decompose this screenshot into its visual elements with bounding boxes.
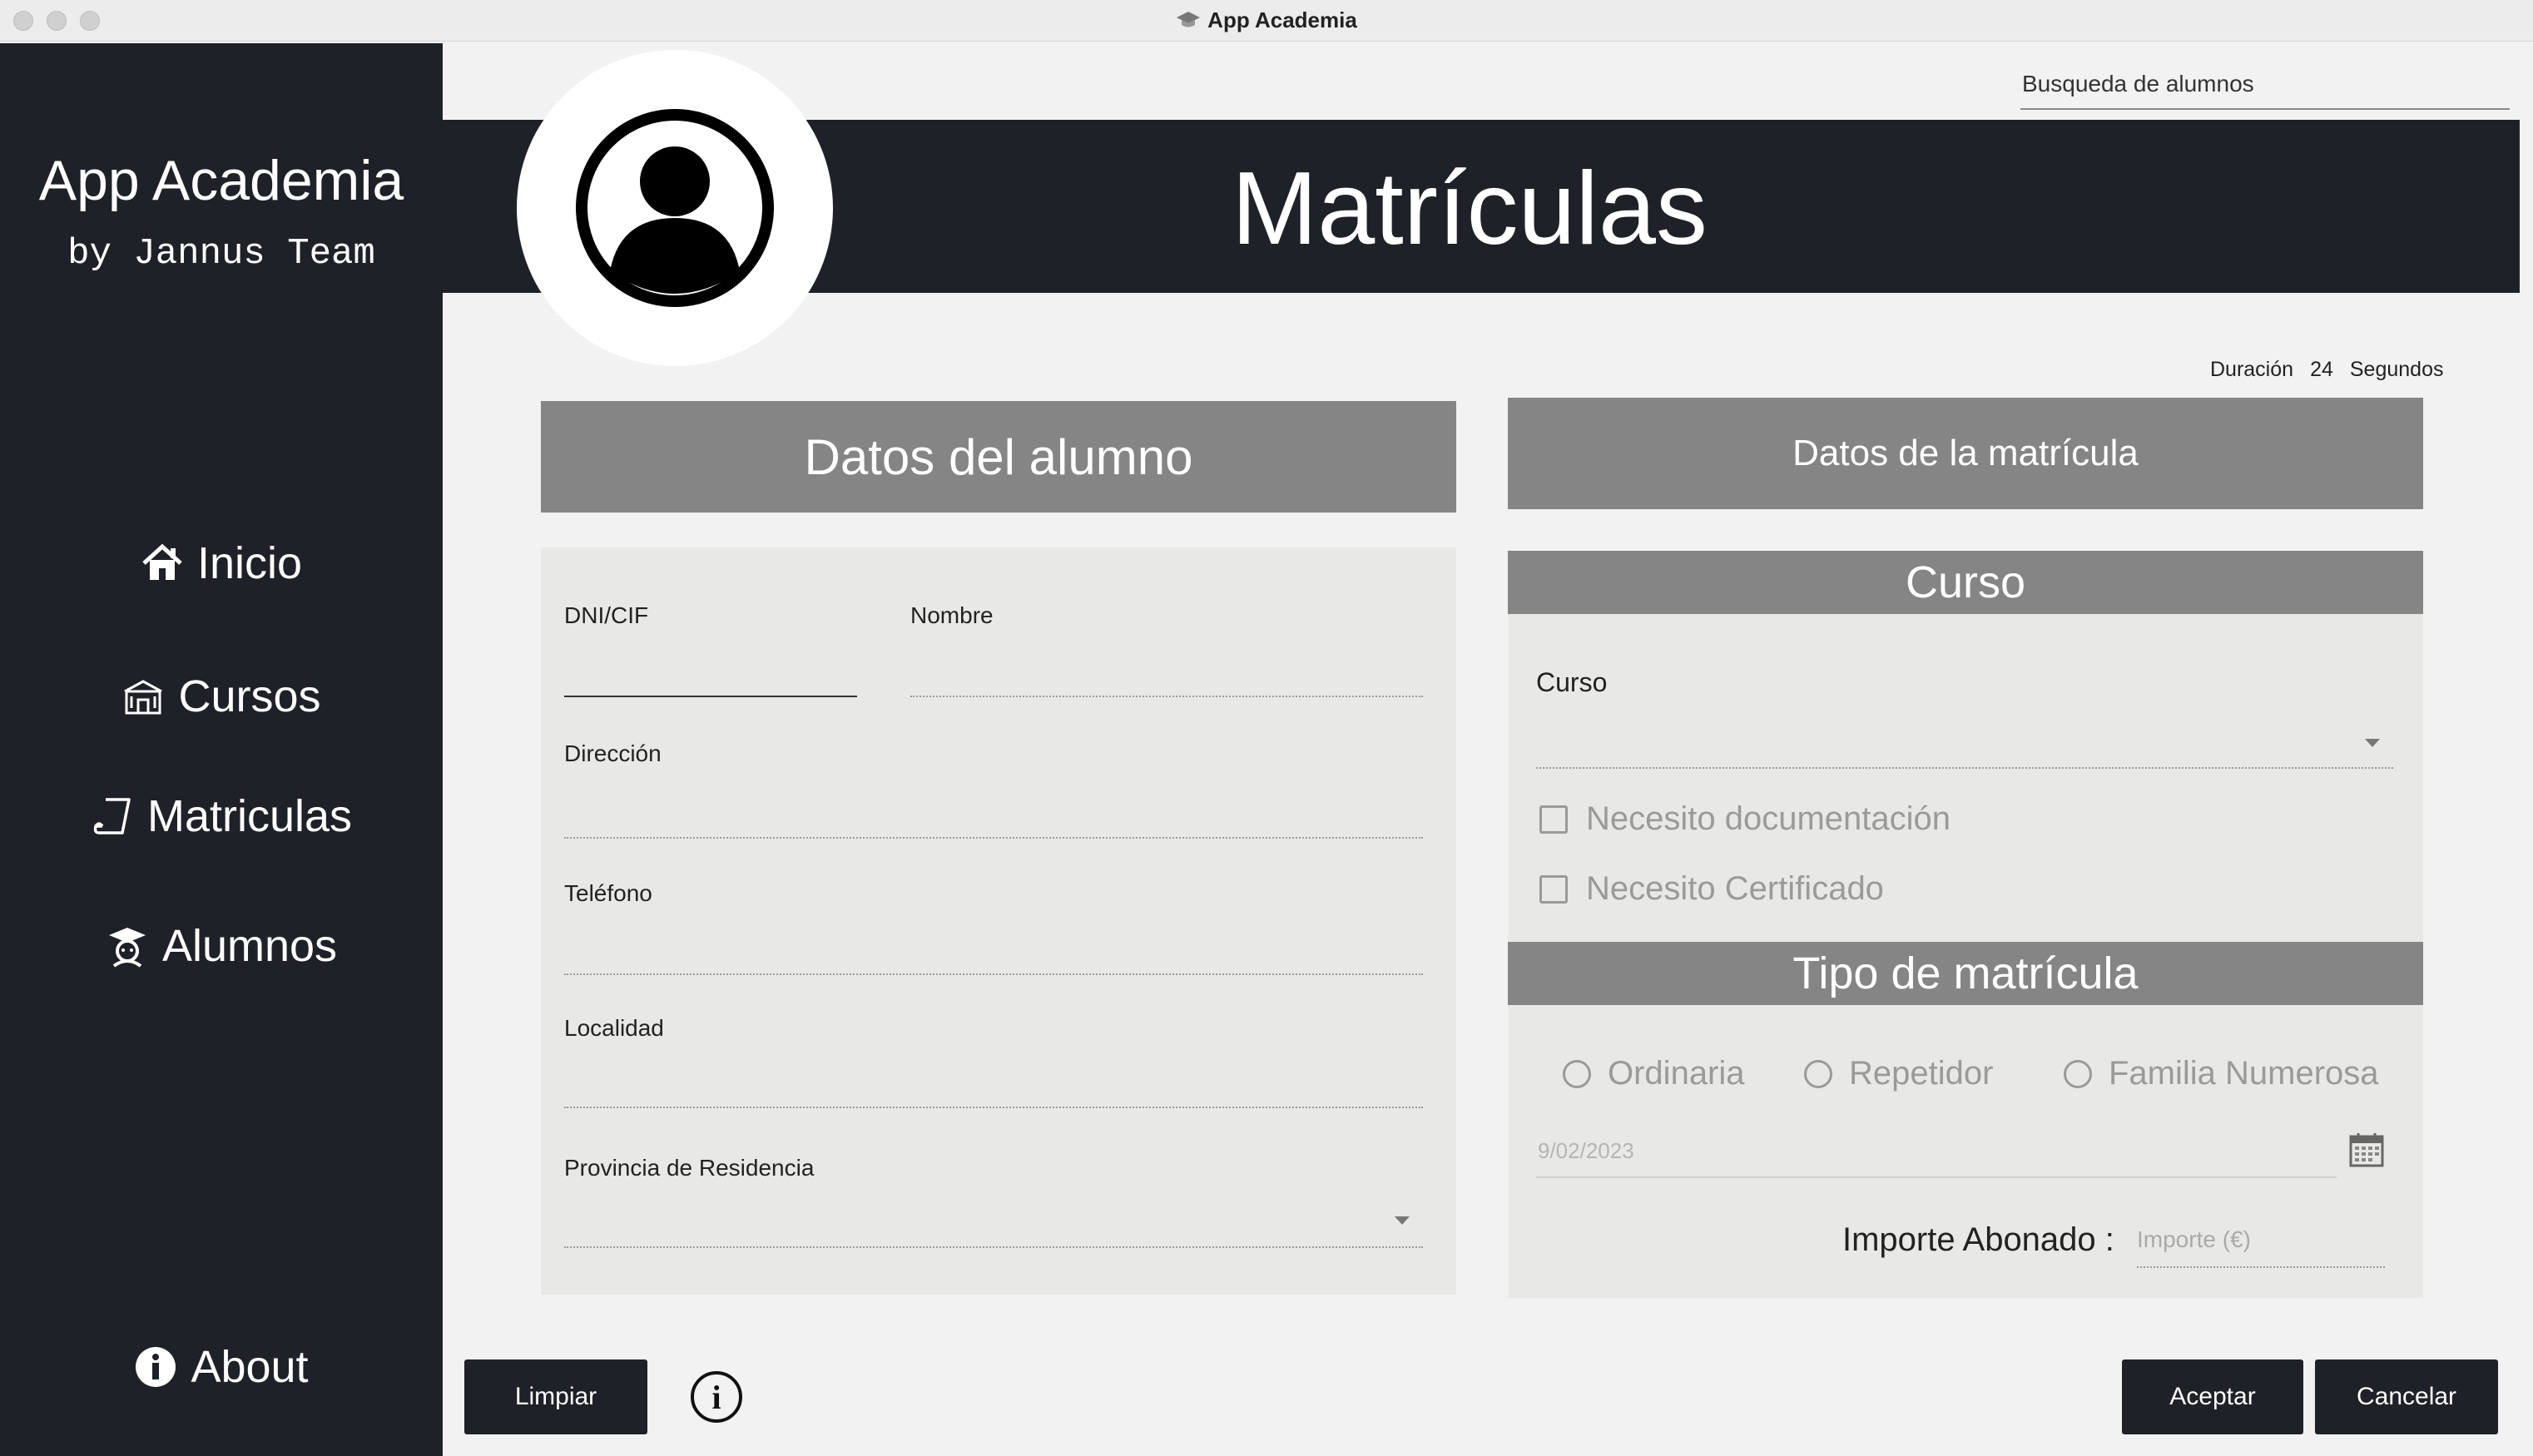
sidebar-item-about[interactable]: About [0, 1341, 443, 1393]
nombre-field[interactable] [910, 696, 1423, 697]
radio-repetidor[interactable]: Repetidor [1804, 1055, 1993, 1092]
student-panel-title: Datos del alumno [804, 428, 1193, 485]
app-window: App Academia App Academia by Jannus Team… [0, 0, 2533, 1456]
certificate-checkbox[interactable]: Necesito Certificado [1539, 870, 1884, 908]
page-title: Matrículas [1232, 151, 1708, 266]
sidebar-item-label: Matriculas [146, 791, 353, 841]
sidebar-item-label: Cursos [178, 671, 321, 721]
home-icon [142, 543, 182, 580]
provincia-select[interactable] [564, 1246, 1423, 1248]
student-panel-header: Datos del alumno [541, 401, 1456, 513]
curso-label: Curso [1536, 667, 1608, 697]
direccion-label: Dirección [564, 740, 662, 766]
radio-circle[interactable] [1563, 1059, 1591, 1088]
limpiar-button[interactable]: Limpiar [464, 1359, 647, 1434]
dni-field[interactable] [564, 696, 857, 697]
duration-value: 24 [2310, 358, 2333, 381]
radio-ordinaria[interactable]: Ordinaria [1563, 1055, 1745, 1092]
sidebar-item-matriculas[interactable]: Matriculas [0, 790, 443, 842]
duration-label: Duración [2210, 358, 2294, 381]
radio-circle[interactable] [2064, 1059, 2092, 1088]
title-bar: App Academia [0, 0, 2533, 42]
calendar-icon[interactable] [2348, 1132, 2385, 1168]
tipo-section-header: Tipo de matrícula [1508, 942, 2423, 1005]
radio-familia-label: Familia Numerosa [2109, 1055, 2379, 1092]
importe-input[interactable]: Importe (€) [2137, 1226, 2251, 1253]
radio-familia-numerosa[interactable]: Familia Numerosa [2064, 1055, 2379, 1092]
avatar[interactable] [517, 50, 833, 366]
chevron-down-icon[interactable] [1395, 1216, 1410, 1225]
curso-select[interactable] [1536, 767, 2393, 769]
brand-subtitle: by Jannus Team [67, 233, 375, 275]
dni-label: DNI/CIF [564, 602, 649, 628]
student-panel [541, 547, 1456, 1295]
enrollment-date-value[interactable]: 9/02/2023 [1538, 1138, 1634, 1164]
certificate-checkbox-label: Necesito Certificado [1586, 870, 1884, 907]
curso-section-title: Curso [1905, 557, 2026, 607]
sidebar-item-label: Inicio [196, 538, 303, 588]
sidebar-item-label: About [191, 1342, 309, 1392]
curso-section-header: Curso [1508, 551, 2423, 614]
radio-ordinaria-label: Ordinaria [1608, 1055, 1745, 1092]
window-title: App Academia [0, 7, 2533, 33]
sidebar-item-alumnos[interactable]: Alumnos [0, 920, 443, 972]
date-field-underline [1536, 1176, 2337, 1178]
sidebar-item-inicio[interactable]: Inicio [0, 537, 443, 589]
sidebar-item-label: Alumnos [161, 921, 338, 971]
cancelar-button[interactable]: Cancelar [2315, 1359, 2498, 1434]
chevron-down-icon[interactable] [2365, 739, 2380, 747]
enrollment-panel-title: Datos de la matrícula [1792, 433, 2139, 473]
importe-underline [2137, 1266, 2385, 1268]
tipo-section-title: Tipo de matrícula [1792, 948, 2139, 998]
documentation-checkbox[interactable]: Necesito documentación [1539, 800, 1951, 838]
window-title-text: App Academia [1207, 7, 1357, 32]
aceptar-button[interactable]: Aceptar [2122, 1359, 2303, 1434]
duration-indicator: Duración 24 Segundos [2210, 358, 2443, 382]
direccion-field[interactable] [564, 837, 1423, 839]
school-building-icon [124, 680, 163, 715]
sidebar-item-cursos[interactable]: Cursos [0, 671, 443, 722]
user-avatar-icon [576, 109, 774, 307]
nombre-label: Nombre [910, 602, 994, 628]
localidad-field[interactable] [564, 1107, 1423, 1108]
radio-repetidor-label: Repetidor [1849, 1055, 1994, 1092]
info-filled-icon [136, 1347, 176, 1387]
provincia-label: Provincia de Residencia [564, 1155, 815, 1181]
info-button[interactable]: i [691, 1371, 742, 1423]
telefono-field[interactable] [564, 973, 1423, 975]
sidebar: App Academia by Jannus Team Inicio Curso… [0, 43, 443, 1456]
brand-name: App Academia [38, 149, 404, 212]
checkbox-box[interactable] [1539, 805, 1568, 834]
duration-unit: Segundos [2349, 358, 2444, 381]
graduation-cap-icon [1177, 12, 1201, 27]
student-search-input[interactable] [2020, 60, 2510, 110]
documentation-checkbox-label: Necesito documentación [1586, 800, 1951, 837]
importe-label: Importe Abonado : [1842, 1221, 2114, 1258]
student-icon [108, 928, 146, 968]
checkbox-box[interactable] [1539, 874, 1568, 904]
telefono-label: Teléfono [564, 880, 652, 906]
enrollment-panel [1508, 551, 2423, 1298]
radio-circle[interactable] [1804, 1059, 1832, 1088]
localidad-label: Localidad [564, 1015, 664, 1041]
enrollment-panel-header: Datos de la matrícula [1508, 398, 2423, 509]
enrollment-note-icon [93, 798, 131, 834]
